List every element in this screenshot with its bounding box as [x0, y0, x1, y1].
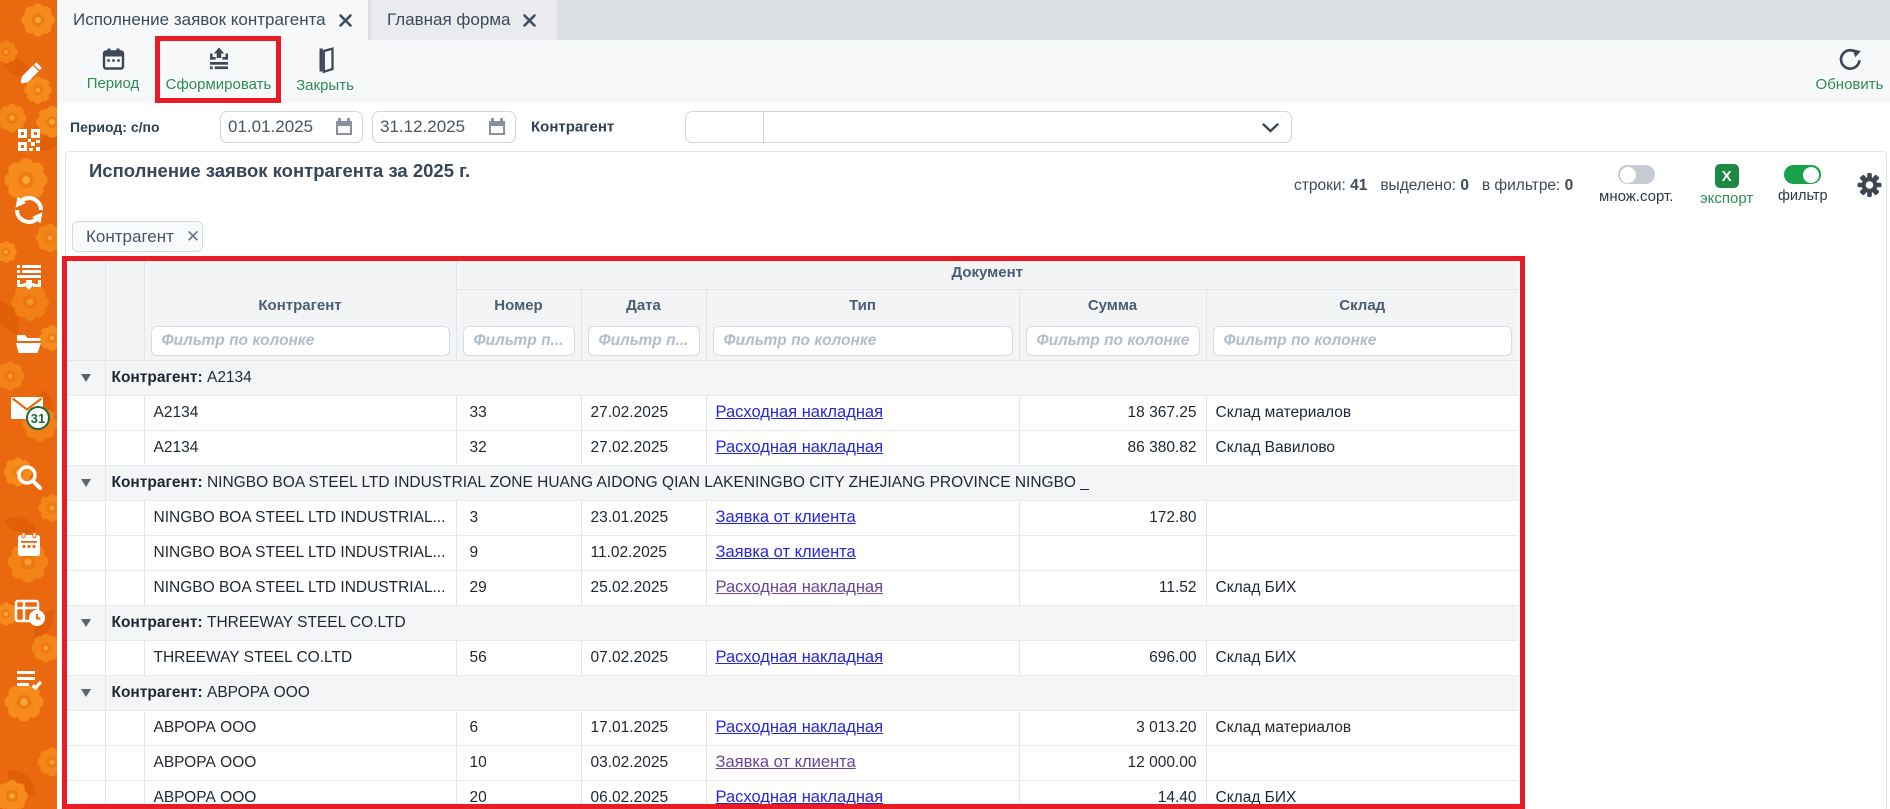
- svg-text:31: 31: [30, 411, 44, 426]
